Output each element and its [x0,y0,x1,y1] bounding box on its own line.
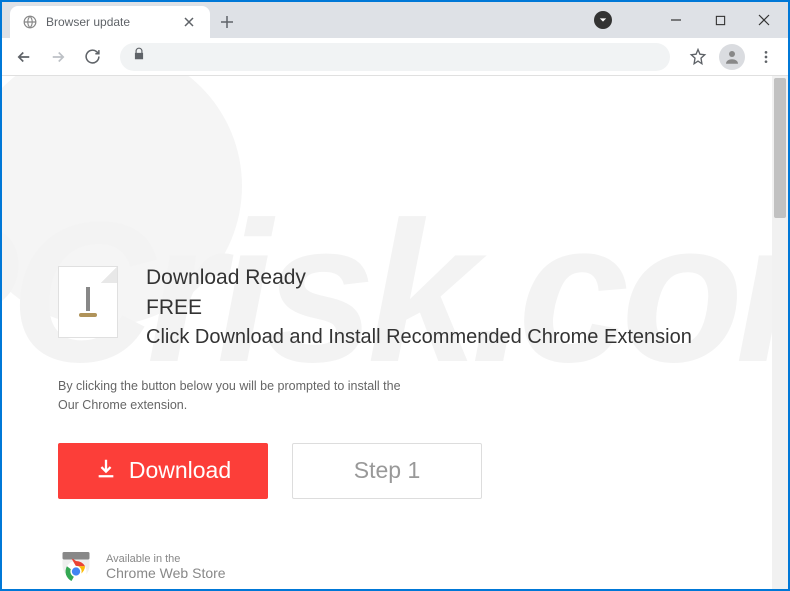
browser-toolbar [2,38,788,76]
chrome-logo-icon [58,549,94,585]
scrollbar-thumb[interactable] [774,78,786,218]
step-button[interactable]: Step 1 [292,443,482,499]
tab-strip: Browser update [2,2,594,38]
download-button[interactable]: Download [58,443,268,499]
store-badge-text: Available in the Chrome Web Store [106,553,226,581]
hero-section: Download Ready FREE Click Download and I… [58,266,732,349]
page-viewport: PCrisk.com Download Ready FREE Click Dow… [2,76,788,589]
vertical-scrollbar[interactable] [772,76,788,589]
address-bar[interactable] [120,43,670,71]
download-icon [95,457,117,485]
page-content: Download Ready FREE Click Download and I… [2,76,788,585]
forward-button[interactable] [44,43,72,71]
globe-icon [22,14,38,30]
browser-tab[interactable]: Browser update [10,6,210,38]
close-window-button[interactable] [744,6,784,34]
new-tab-button[interactable] [210,6,244,38]
page-subheading: Click Download and Install Recommended C… [146,326,692,349]
chrome-web-store-badge[interactable]: Available in the Chrome Web Store [58,549,732,585]
action-buttons: Download Step 1 [58,443,732,499]
back-button[interactable] [10,43,38,71]
reload-button[interactable] [78,43,106,71]
step-button-label: Step 1 [354,457,421,484]
chrome-indicator-icon[interactable] [594,11,612,29]
page-heading: Download Ready [146,266,692,290]
bookmark-star-icon[interactable] [684,43,712,71]
tab-title: Browser update [46,15,172,29]
window-titlebar: Browser update [2,2,788,38]
kebab-menu-icon[interactable] [752,43,780,71]
archive-file-icon [58,266,118,338]
hero-text: Download Ready FREE Click Download and I… [146,266,692,349]
store-available-label: Available in the [106,553,226,565]
maximize-button[interactable] [700,6,740,34]
free-label: FREE [146,296,692,320]
disclaimer-text: By clicking the button below you will be… [58,377,732,415]
window-controls [594,2,788,38]
minimize-button[interactable] [656,6,696,34]
lock-icon [132,47,146,66]
tab-close-icon[interactable] [180,12,198,32]
store-name-label: Chrome Web Store [106,565,226,581]
download-button-label: Download [129,457,231,484]
profile-avatar[interactable] [718,43,746,71]
